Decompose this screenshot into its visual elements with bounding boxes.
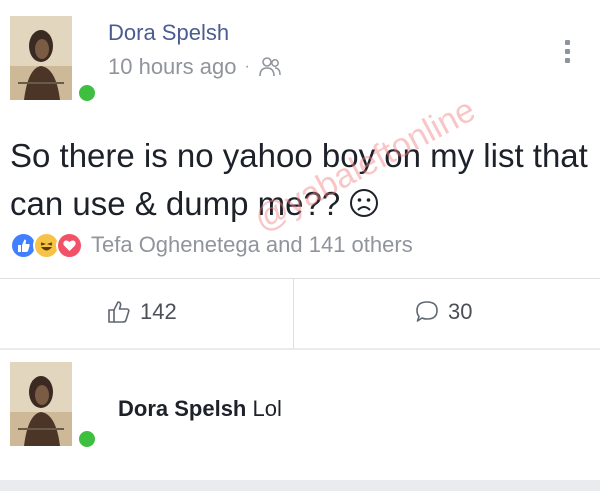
online-status-indicator xyxy=(76,82,98,104)
comment-button[interactable]: 30 xyxy=(414,299,472,325)
comment-author-avatar[interactable] xyxy=(10,362,72,446)
comment: Dora Spelsh Lol xyxy=(118,396,282,422)
friends-icon xyxy=(258,56,282,78)
post-author-name[interactable]: Dora Spelsh xyxy=(108,20,229,46)
post-card: Dora Spelsh 10 hours ago · So there is n… xyxy=(0,0,600,349)
love-icon xyxy=(56,231,83,259)
post-options-menu-icon[interactable] xyxy=(562,40,574,66)
comment-bubble-icon xyxy=(414,299,448,325)
comment-card: Dora Spelsh Lol xyxy=(0,350,600,480)
post-timestamp[interactable]: 10 hours ago xyxy=(108,54,236,80)
action-divider xyxy=(293,279,294,349)
like-count: 142 xyxy=(140,299,177,324)
like-button[interactable]: 142 xyxy=(106,299,177,325)
author-avatar[interactable] xyxy=(10,16,72,100)
post-text: So there is no yahoo boy on my list that… xyxy=(10,137,588,222)
sad-face-icon xyxy=(349,183,379,231)
post-meta: 10 hours ago · xyxy=(108,54,282,80)
comment-text: Lol xyxy=(252,396,282,421)
reactions-text: Tefa Oghenetega and 141 others xyxy=(91,232,413,257)
meta-separator: · xyxy=(244,58,250,75)
thumbs-up-icon xyxy=(106,299,140,325)
comment-count: 30 xyxy=(448,299,473,324)
reactions-summary[interactable]: Tefa Oghenetega and 141 others xyxy=(10,228,413,262)
comment-author-name[interactable]: Dora Spelsh xyxy=(118,396,246,421)
comment-online-status-indicator xyxy=(76,428,98,450)
post-action-bar: 142 30 xyxy=(0,278,600,349)
post-body: So there is no yahoo boy on my list that… xyxy=(10,132,590,231)
